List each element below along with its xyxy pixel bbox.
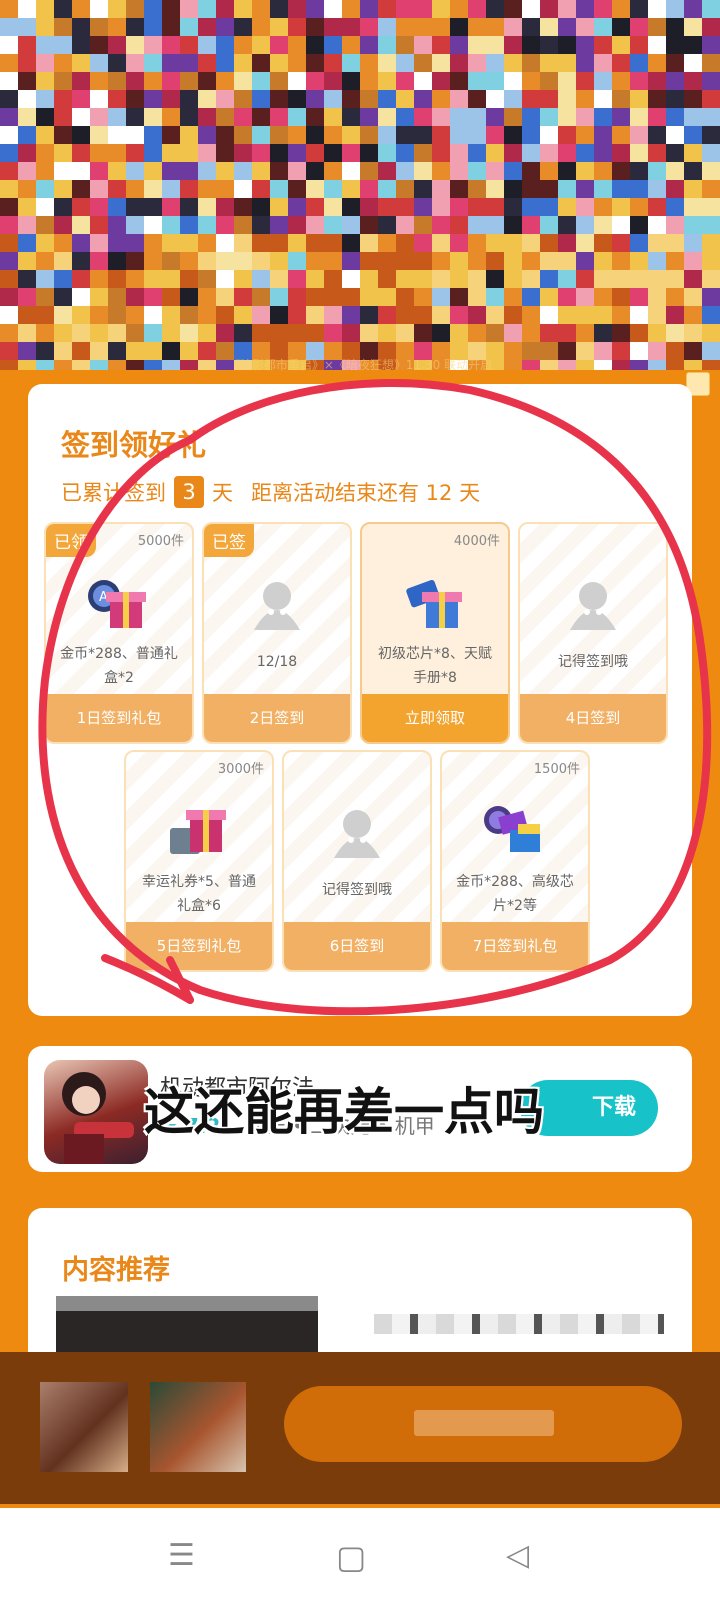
menu-icon[interactable]: ☰ — [168, 1538, 195, 1573]
gift-ticket-icon — [170, 810, 226, 854]
home-icon[interactable]: ▢ — [336, 1538, 366, 1576]
reward-text: 12/18 — [256, 654, 298, 670]
placeholder-avatar-icon — [570, 582, 616, 630]
recommend-title: 内容推荐 — [62, 1255, 170, 1286]
day-button[interactable]: 2日签到 — [204, 694, 350, 742]
signed-tag: 已签 — [204, 524, 254, 557]
game-icon[interactable] — [44, 1060, 148, 1164]
system-nav-bar: ☰ ▢ ◁ — [0, 1508, 720, 1600]
day-button[interactable]: 6日签到 — [284, 922, 430, 970]
reward-text: 初级芯片*8、天赋手册*8 — [378, 646, 492, 686]
day-card-3[interactable]: 4000件 初级芯片*8、天赋手册*8 立即领取 — [360, 522, 510, 744]
stock-count: 4000件 — [453, 534, 500, 549]
reward-text: 记得签到哦 — [558, 654, 628, 670]
remaining-days: 距离活动结束还有 12 天 — [251, 481, 481, 505]
user-avatar[interactable] — [40, 1382, 128, 1472]
stock-count: 5000件 — [137, 534, 184, 549]
day-card-4[interactable]: 记得签到哦 4日签到 — [518, 522, 668, 744]
day-card-6[interactable]: 记得签到哦 6日签到 — [282, 750, 432, 972]
claimed-tag: 已领 — [46, 524, 96, 557]
reward-text: 幸运礼券*5、普通礼盒*6 — [142, 874, 256, 914]
claim-button[interactable]: 立即领取 — [362, 694, 508, 742]
day-card-1[interactable]: 已领 5000件 A 金币*288、普通礼盒*2 1日签到礼包 — [44, 522, 194, 744]
signin-subtitle: 已累计签到 3 天 距离活动结束还有 12 天 — [61, 476, 480, 508]
day-card-2[interactable]: 已签 12/18 2日签到 — [202, 522, 352, 744]
day-button[interactable]: 1日签到礼包 — [46, 694, 192, 742]
stock-count: 1500件 — [533, 762, 580, 777]
signin-title: 签到领好礼 — [61, 428, 207, 462]
gift-chip-icon — [406, 579, 462, 628]
gift-coin-chip-icon — [484, 806, 540, 852]
day-card-7[interactable]: 1500件 金币*288、高级芯片*2等 7日签到礼包 — [440, 750, 590, 972]
signin-prefix: 已累计签到 — [61, 481, 166, 505]
placeholder-avatar-icon — [334, 810, 380, 858]
bottom-action-bar — [0, 1352, 720, 1504]
gift-icon[interactable] — [150, 1382, 246, 1472]
stock-count: 3000件 — [217, 762, 264, 777]
signin-day-unit: 天 — [212, 481, 233, 505]
day-button[interactable]: 5日签到礼包 — [126, 922, 272, 970]
banner-caption: 《暗影都市重启》×《暗夜狂想》11.30 联动开启 — [227, 358, 493, 372]
reward-text: 金币*288、普通礼盒*2 — [60, 646, 178, 686]
placeholder-avatar-icon — [254, 582, 300, 630]
day-card-5[interactable]: 3000件 幸运礼券*5、普通礼盒*6 5日签到礼包 — [124, 750, 274, 972]
gift-coin-icon: A — [88, 580, 146, 628]
signed-days-count: 3 — [174, 476, 204, 508]
reward-text: 金币*288、高级芯片*2等 — [456, 874, 574, 914]
recommend-item-text[interactable] — [374, 1314, 664, 1334]
signin-card: 签到领好礼 已累计签到 3 天 距离活动结束还有 12 天 已领 5000件 A… — [28, 384, 692, 1016]
reward-text: 记得签到哦 — [322, 882, 392, 898]
overlay-annotation-text: 这还能再差一点吗 — [144, 1083, 544, 1141]
top-banner[interactable] — [0, 0, 720, 370]
day-button[interactable]: 7日签到礼包 — [442, 922, 588, 970]
day-button[interactable]: 4日签到 — [520, 694, 666, 742]
bottom-main-button[interactable] — [284, 1386, 682, 1462]
back-icon[interactable]: ◁ — [506, 1538, 529, 1573]
